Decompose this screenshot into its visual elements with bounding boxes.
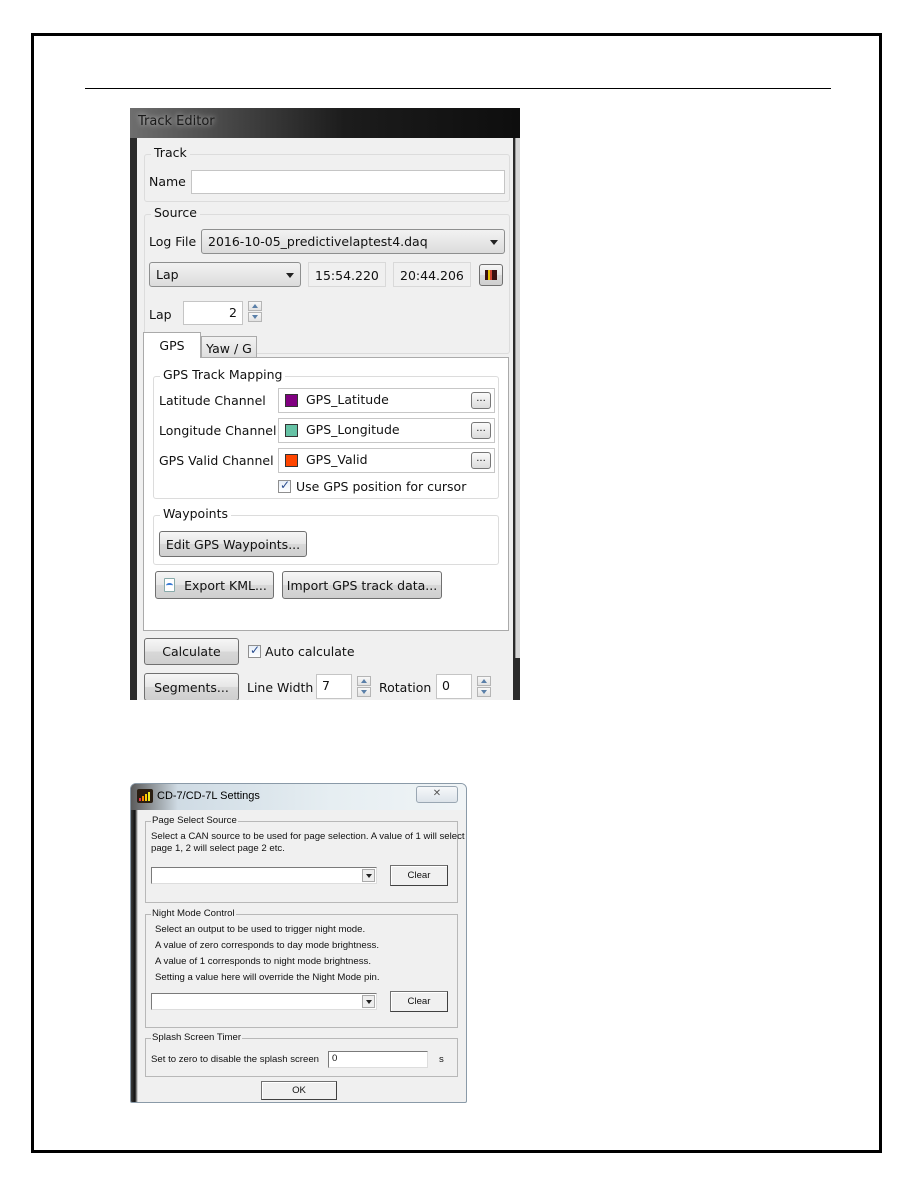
waypoints-group: Waypoints Edit GPS Waypoints... (153, 506, 499, 565)
night-mode-text: Select an output to be used to trigger n… (155, 924, 366, 935)
spin-down-icon[interactable] (477, 687, 491, 697)
export-kml-button[interactable]: Export KML... (155, 571, 274, 599)
page-select-description-2: page 1, 2 will select page 2 etc. (151, 843, 285, 854)
line-width-input[interactable]: 7 (316, 674, 352, 699)
page-select-combo[interactable] (151, 867, 377, 884)
use-gps-cursor-checkbox[interactable] (278, 478, 291, 493)
night-mode-title: Night Mode Control (151, 908, 236, 919)
chevron-down-icon[interactable] (362, 995, 375, 1008)
auto-calculate-label: Auto calculate (265, 644, 355, 659)
latitude-channel-label: Latitude Channel (159, 393, 266, 408)
night-mode-text: A value of 1 corresponds to night mode b… (155, 956, 371, 967)
chevron-down-icon[interactable] (362, 869, 375, 882)
calculate-button[interactable]: Calculate (144, 638, 239, 665)
range-bracket-icon (485, 270, 497, 280)
tab-yaw-g[interactable]: Yaw / G (201, 336, 257, 358)
close-icon[interactable]: ✕ (416, 786, 458, 803)
page-select-title: Page Select Source (151, 815, 238, 826)
gps-track-mapping-group: GPS Track Mapping Latitude Channel GPS_L… (153, 367, 499, 499)
latitude-channel-field[interactable]: GPS_Latitude ... (278, 388, 495, 413)
night-mode-combo[interactable] (151, 993, 377, 1010)
cd7-settings-window: CD-7/CD-7L Settings ✕ Page Select Source… (130, 783, 467, 1103)
window-title: Track Editor (138, 114, 215, 129)
app-icon (137, 789, 153, 803)
track-group: Track Name (144, 145, 510, 202)
lap-spinner[interactable] (248, 301, 262, 323)
start-time-field: 15:54.220 (308, 262, 386, 287)
document-icon (164, 578, 175, 592)
gps-valid-channel-field[interactable]: GPS_Valid ... (278, 448, 495, 473)
window-title: CD-7/CD-7L Settings (157, 790, 260, 802)
track-editor-titlebar[interactable]: Track Editor (130, 108, 520, 138)
splash-timer-group: Splash Screen Timer Set to zero to disab… (145, 1032, 458, 1077)
rotation-label: Rotation (379, 680, 432, 695)
use-gps-cursor-label: Use GPS position for cursor (296, 479, 467, 494)
rotation-input[interactable]: 0 (436, 674, 472, 699)
line-width-label: Line Width (247, 680, 314, 695)
auto-calculate-checkbox[interactable] (248, 643, 261, 658)
segments-button[interactable]: Segments... (144, 673, 239, 700)
longitude-channel-field[interactable]: GPS_Longitude ... (278, 418, 495, 443)
channel-color-swatch (285, 454, 298, 467)
night-mode-text: A value of zero corresponds to day mode … (155, 940, 379, 951)
line-width-spinner[interactable] (357, 676, 371, 698)
lap-input[interactable]: 2 (183, 301, 243, 325)
night-mode-clear-button[interactable]: Clear (390, 991, 448, 1012)
track-group-title: Track (151, 145, 190, 160)
splash-timer-unit: s (439, 1054, 444, 1065)
cd7-titlebar[interactable]: CD-7/CD-7L Settings ✕ (131, 784, 466, 810)
import-gps-track-data-button[interactable]: Import GPS track data... (282, 571, 442, 599)
page-select-clear-button[interactable]: Clear (390, 865, 448, 886)
gps-track-mapping-title: GPS Track Mapping (160, 367, 286, 382)
channel-color-swatch (285, 394, 298, 407)
longitude-channel-label: Longitude Channel (159, 423, 277, 438)
log-file-select[interactable]: 2016-10-05_predictivelaptest4.daq (201, 229, 505, 254)
log-file-value: 2016-10-05_predictivelaptest4.daq (208, 234, 428, 249)
edit-gps-waypoints-button[interactable]: Edit GPS Waypoints... (159, 531, 307, 557)
waypoints-title: Waypoints (160, 506, 232, 521)
browse-longitude-button[interactable]: ... (471, 422, 491, 439)
range-type-select[interactable]: Lap (149, 262, 301, 287)
track-editor-body: Track Name Source Log File 2016-10-05_pr… (137, 138, 513, 700)
source-group-title: Source (151, 205, 200, 220)
browse-gps-valid-button[interactable]: ... (471, 452, 491, 469)
page-select-description: Select a CAN source to be used for page … (151, 831, 465, 842)
night-mode-group: Night Mode Control Select an output to b… (145, 908, 458, 1028)
rotation-spinner[interactable] (477, 676, 491, 698)
log-file-label: Log File (149, 234, 197, 249)
lap-label: Lap (149, 307, 172, 322)
end-time-field: 20:44.206 (393, 262, 471, 287)
window-edge (515, 138, 520, 658)
gps-valid-channel-label: GPS Valid Channel (159, 453, 274, 468)
page-select-group: Page Select Source Select a CAN source t… (145, 815, 465, 903)
splash-timer-input[interactable]: 0 (328, 1051, 428, 1068)
range-picker-button[interactable] (479, 264, 503, 286)
track-editor-window: Track Editor Track Name Source Log File … (130, 108, 520, 700)
cd7-body: Page Select Source Select a CAN source t… (139, 810, 465, 1100)
chevron-down-icon (286, 273, 294, 278)
channel-color-swatch (285, 424, 298, 437)
header-rule (85, 88, 831, 89)
spin-up-icon[interactable] (248, 301, 262, 311)
spin-down-icon[interactable] (357, 687, 371, 697)
night-mode-text: Setting a value here will override the N… (155, 972, 380, 983)
gps-tab-panel: GPS Track Mapping Latitude Channel GPS_L… (143, 357, 509, 631)
name-label: Name (149, 174, 186, 189)
spin-down-icon[interactable] (248, 312, 262, 322)
splash-timer-label: Set to zero to disable the splash screen (151, 1054, 319, 1065)
track-name-input[interactable] (191, 170, 505, 194)
ok-button[interactable]: OK (261, 1081, 337, 1100)
chevron-down-icon (490, 240, 498, 245)
splash-timer-title: Splash Screen Timer (151, 1032, 243, 1043)
spin-up-icon[interactable] (477, 676, 491, 686)
tab-gps[interactable]: GPS (143, 332, 201, 358)
spin-up-icon[interactable] (357, 676, 371, 686)
range-type-value: Lap (156, 267, 179, 282)
browse-latitude-button[interactable]: ... (471, 392, 491, 409)
